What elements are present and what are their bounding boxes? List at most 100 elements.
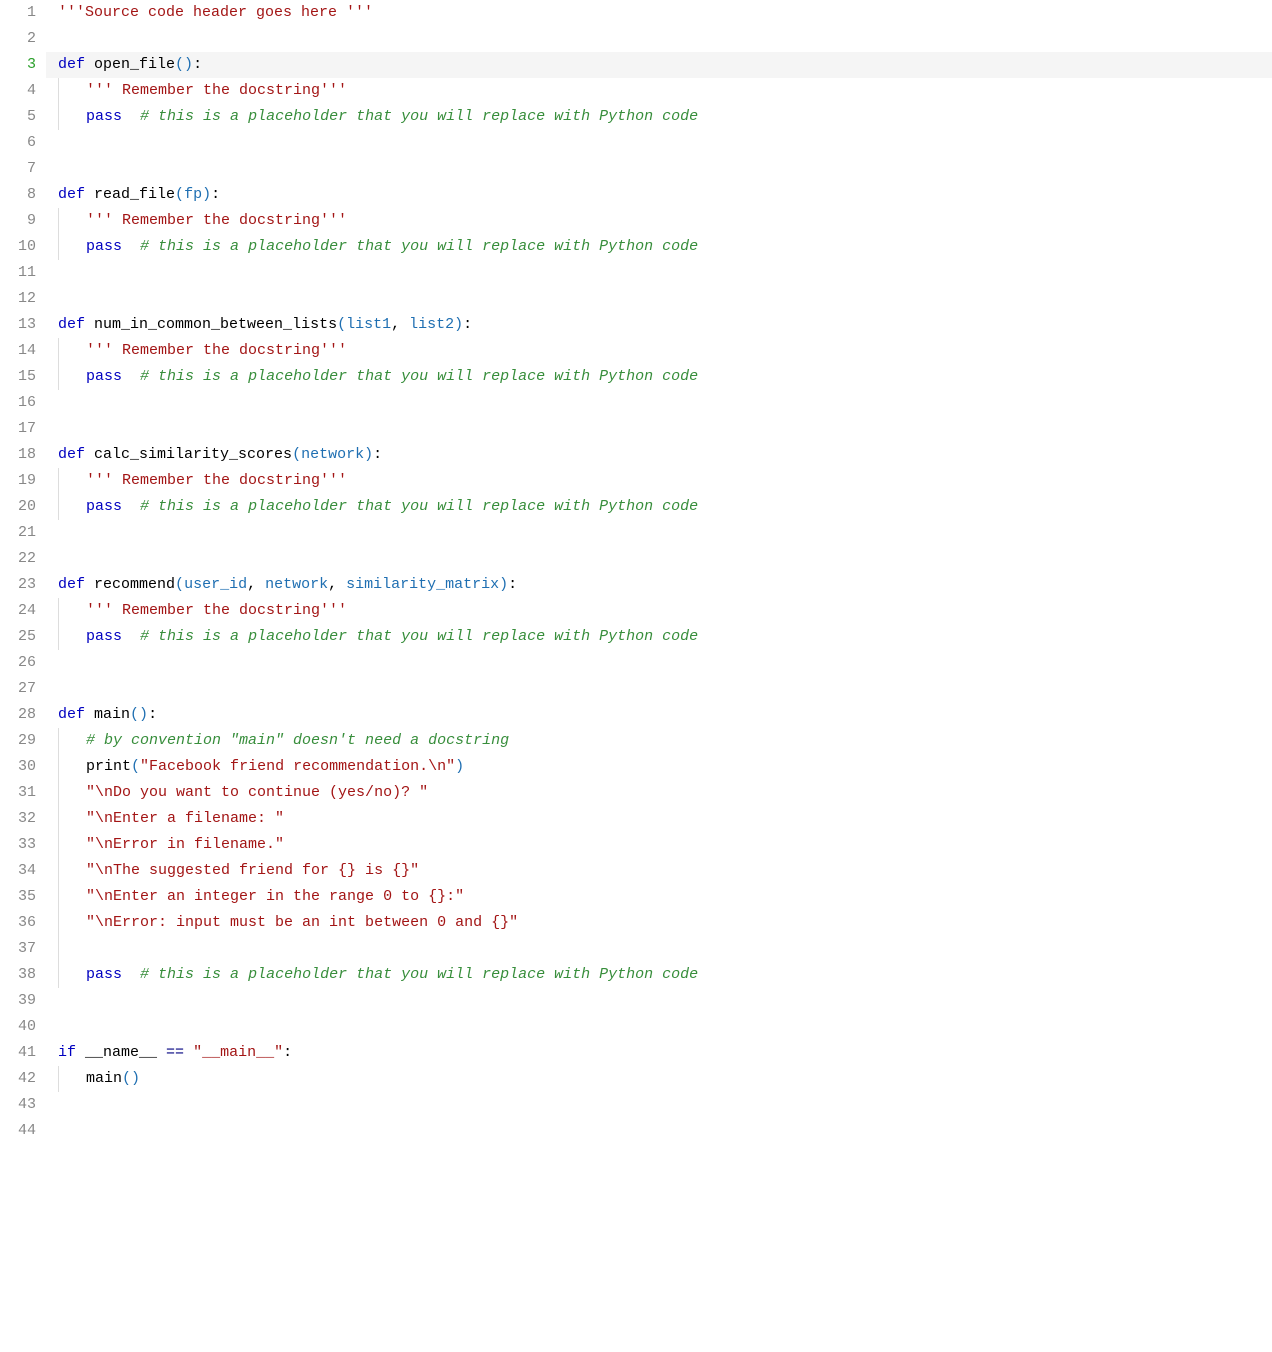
code-line[interactable]: "\nEnter a filename: "	[46, 806, 1272, 832]
line-number: 27	[6, 676, 36, 702]
code-token: )	[499, 576, 508, 593]
line-number: 12	[6, 286, 36, 312]
code-line[interactable]	[46, 130, 1272, 156]
code-line[interactable]: ''' Remember the docstring'''	[46, 598, 1272, 624]
code-line[interactable]: ''' Remember the docstring'''	[46, 208, 1272, 234]
code-line[interactable]: '''Source code header goes here '''	[46, 0, 1272, 26]
code-token: recommend	[94, 576, 175, 593]
code-line[interactable]: ''' Remember the docstring'''	[46, 468, 1272, 494]
line-number: 17	[6, 416, 36, 442]
line-number: 26	[6, 650, 36, 676]
code-line[interactable]	[46, 260, 1272, 286]
line-number: 4	[6, 78, 36, 104]
line-number: 13	[6, 312, 36, 338]
line-number: 30	[6, 754, 36, 780]
line-number: 25	[6, 624, 36, 650]
code-token: main	[94, 706, 130, 723]
code-token: ()	[122, 1070, 140, 1087]
code-line[interactable]	[46, 936, 1272, 962]
code-line[interactable]: pass # this is a placeholder that you wi…	[46, 104, 1272, 130]
line-number: 39	[6, 988, 36, 1014]
line-number: 5	[6, 104, 36, 130]
code-token: if	[58, 1044, 76, 1061]
code-line[interactable]	[46, 156, 1272, 182]
code-line[interactable]: def calc_similarity_scores(network):	[46, 442, 1272, 468]
code-line[interactable]	[46, 286, 1272, 312]
code-line[interactable]: print("Facebook friend recommendation.\n…	[46, 754, 1272, 780]
code-line[interactable]	[46, 546, 1272, 572]
line-number: 21	[6, 520, 36, 546]
line-number: 10	[6, 234, 36, 260]
code-token: # this is a placeholder that you will re…	[140, 628, 698, 645]
code-token: ''' Remember the docstring'''	[86, 602, 347, 619]
code-area[interactable]: '''Source code header goes here ''' def o…	[46, 0, 1272, 1144]
line-number: 40	[6, 1014, 36, 1040]
code-line[interactable]: def main():	[46, 702, 1272, 728]
code-line[interactable]: if __name__ == "__main__":	[46, 1040, 1272, 1066]
code-token	[85, 56, 94, 73]
code-token: "__main__"	[193, 1044, 283, 1061]
code-line[interactable]	[46, 390, 1272, 416]
code-line[interactable]: ''' Remember the docstring'''	[46, 78, 1272, 104]
code-token: print	[86, 758, 131, 775]
code-token: __name__	[76, 1044, 166, 1061]
line-number: 36	[6, 910, 36, 936]
code-token: # this is a placeholder that you will re…	[140, 966, 698, 983]
line-number: 23	[6, 572, 36, 598]
code-line[interactable]: pass # this is a placeholder that you wi…	[46, 364, 1272, 390]
code-token: (	[292, 446, 301, 463]
code-token	[85, 706, 94, 723]
code-token: ,	[328, 576, 346, 593]
line-number: 44	[6, 1118, 36, 1144]
code-line[interactable]	[46, 988, 1272, 1014]
code-line[interactable]	[46, 1092, 1272, 1118]
code-editor[interactable]: 1234567891011121314151617181920212223242…	[0, 0, 1272, 1144]
code-token: :	[508, 576, 517, 593]
code-token	[122, 238, 140, 255]
code-line[interactable]: pass # this is a placeholder that you wi…	[46, 624, 1272, 650]
code-token: # this is a placeholder that you will re…	[140, 238, 698, 255]
code-token: pass	[86, 498, 122, 515]
code-line[interactable]: "\nDo you want to continue (yes/no)? "	[46, 780, 1272, 806]
code-line[interactable]: def num_in_common_between_lists(list1, l…	[46, 312, 1272, 338]
code-token: def	[58, 56, 85, 73]
code-line[interactable]: "\nError: input must be an int between 0…	[46, 910, 1272, 936]
line-number: 9	[6, 208, 36, 234]
code-token: def	[58, 706, 85, 723]
code-token: ()	[175, 56, 193, 73]
code-token	[122, 368, 140, 385]
code-line[interactable]: pass # this is a placeholder that you wi…	[46, 962, 1272, 988]
line-number: 18	[6, 442, 36, 468]
code-line[interactable]: pass # this is a placeholder that you wi…	[46, 494, 1272, 520]
code-line[interactable]	[46, 520, 1272, 546]
code-line[interactable]: def open_file():	[46, 52, 1272, 78]
code-line[interactable]: pass # this is a placeholder that you wi…	[46, 234, 1272, 260]
code-token	[122, 628, 140, 645]
code-line[interactable]: # by convention "main" doesn't need a do…	[46, 728, 1272, 754]
code-line[interactable]: main()	[46, 1066, 1272, 1092]
code-line[interactable]	[46, 1118, 1272, 1144]
code-line[interactable]: ''' Remember the docstring'''	[46, 338, 1272, 364]
code-line[interactable]: def read_file(fp):	[46, 182, 1272, 208]
line-number: 29	[6, 728, 36, 754]
code-line[interactable]	[46, 676, 1272, 702]
line-number: 1	[6, 0, 36, 26]
code-token	[122, 498, 140, 515]
code-line[interactable]: def recommend(user_id, network, similari…	[46, 572, 1272, 598]
code-line[interactable]: "\nEnter an integer in the range 0 to {}…	[46, 884, 1272, 910]
code-line[interactable]	[46, 26, 1272, 52]
code-line[interactable]	[46, 416, 1272, 442]
code-token: "\nEnter an integer in the range 0 to {}…	[86, 888, 464, 905]
line-number: 42	[6, 1066, 36, 1092]
code-line[interactable]	[46, 650, 1272, 676]
line-number: 28	[6, 702, 36, 728]
line-number: 14	[6, 338, 36, 364]
code-line[interactable]: "\nThe suggested friend for {} is {}"	[46, 858, 1272, 884]
line-number: 7	[6, 156, 36, 182]
code-token: ''' Remember the docstring'''	[86, 342, 347, 359]
code-token: )	[364, 446, 373, 463]
code-token: (	[175, 576, 184, 593]
code-token: :	[463, 316, 472, 333]
code-line[interactable]	[46, 1014, 1272, 1040]
code-line[interactable]: "\nError in filename."	[46, 832, 1272, 858]
